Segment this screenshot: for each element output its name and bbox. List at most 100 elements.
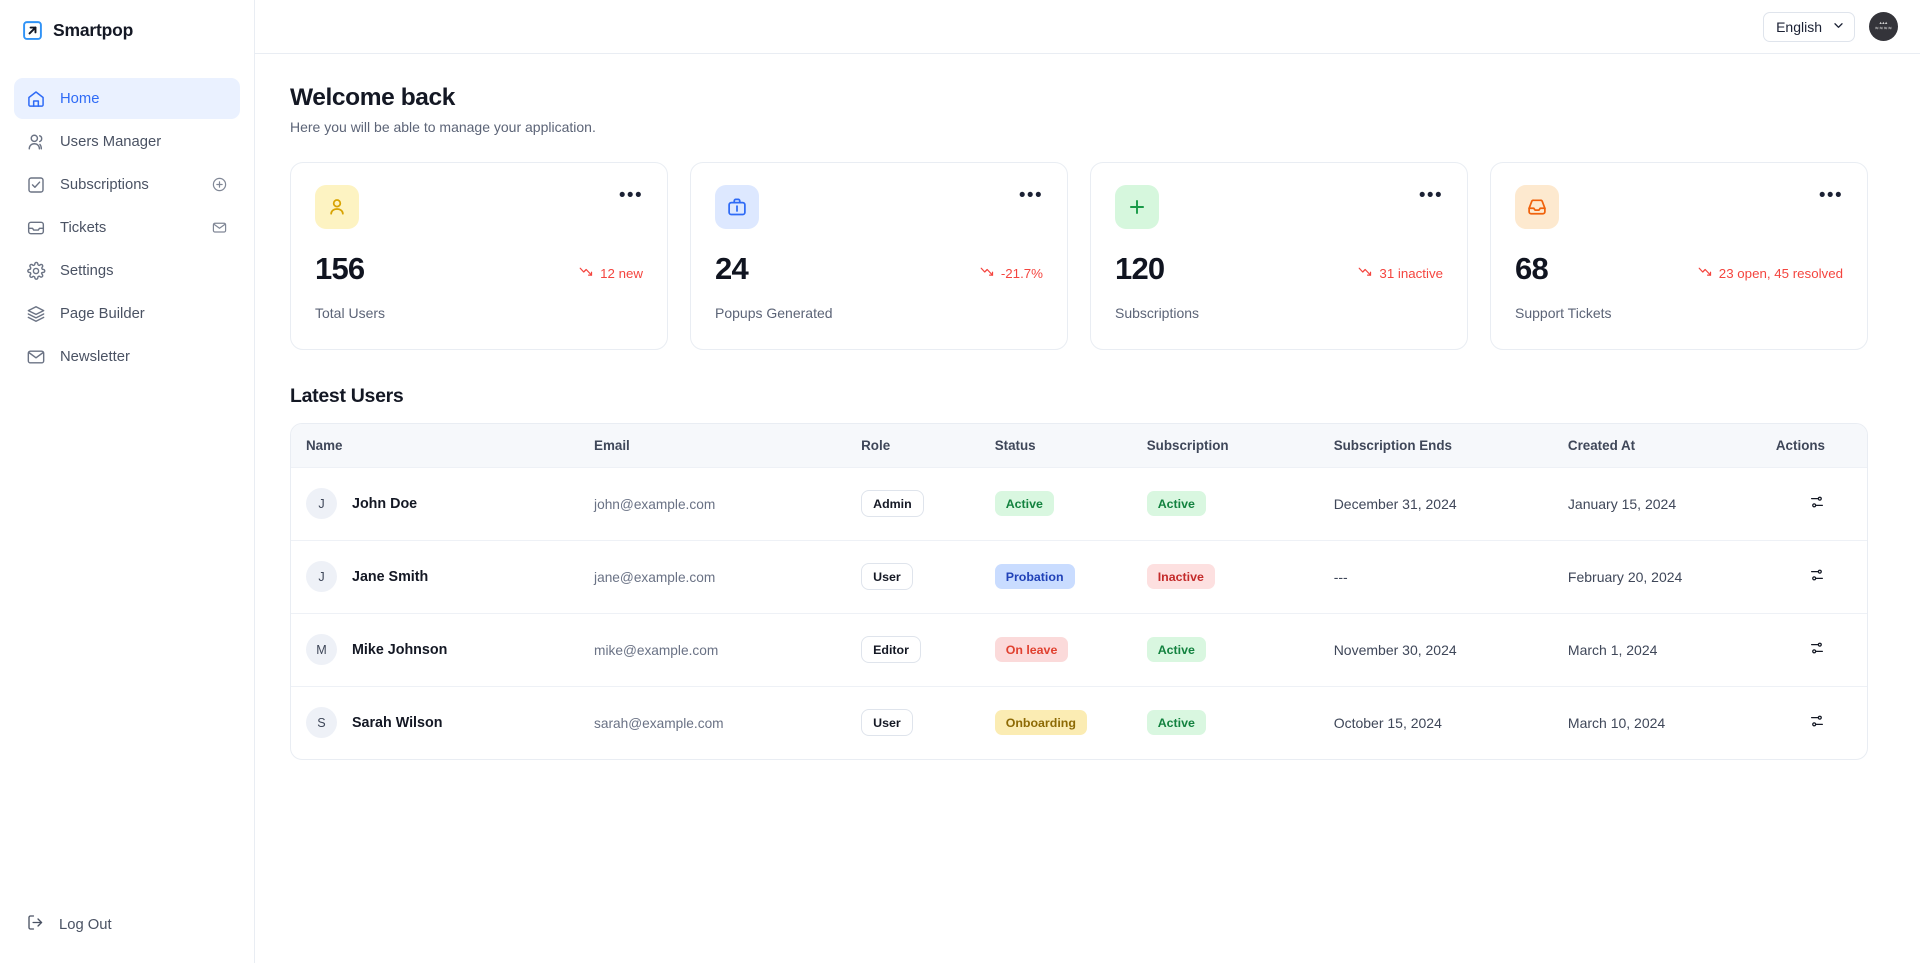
stat-card-delta-text: 23 open, 45 resolved xyxy=(1718,266,1843,281)
sidebar-item-label: Settings xyxy=(60,262,114,279)
cell-created-at: January 15, 2024 xyxy=(1568,467,1773,540)
stat-card-delta-text: -21.7% xyxy=(1000,266,1043,281)
cell-actions xyxy=(1773,613,1867,686)
sidebar-item-label: Users Manager xyxy=(60,133,162,150)
cell-name: J Jane Smith xyxy=(291,540,594,613)
sidebar-item-users-manager[interactable]: Users Manager xyxy=(14,121,240,162)
role-badge: User xyxy=(861,563,913,590)
cell-subscription-ends: October 15, 2024 xyxy=(1334,686,1568,759)
cell-email: jane@example.com xyxy=(594,540,861,613)
user-name: Jane Smith xyxy=(352,568,429,585)
cell-created-at: February 20, 2024 xyxy=(1568,540,1773,613)
brand[interactable]: Smartpop xyxy=(0,0,254,60)
stat-card-value: 24 xyxy=(715,251,749,286)
plus-icon xyxy=(1115,185,1159,229)
column-header-subscription[interactable]: Subscription xyxy=(1147,424,1334,467)
cell-created-at: March 1, 2024 xyxy=(1568,613,1773,686)
sidebar-item-label: Page Builder xyxy=(60,305,145,322)
stat-card-label: Total Users xyxy=(315,305,386,321)
column-header-actions: Actions xyxy=(1775,437,1825,453)
subscription-badge: Inactive xyxy=(1146,564,1215,589)
page-content: Welcome back Here you will be able to ma… xyxy=(255,54,1920,963)
sidebar-item-subscriptions[interactable]: Subscriptions xyxy=(14,164,240,205)
settings-sliders-icon[interactable] xyxy=(1809,567,1825,583)
subscription-ends-value: October 15, 2024 xyxy=(1333,714,1442,731)
settings-sliders-icon[interactable] xyxy=(1809,494,1825,510)
user-email: jane@example.com xyxy=(594,569,716,585)
created-at-value: March 10, 2024 xyxy=(1567,714,1666,731)
cell-subscription: Active xyxy=(1146,686,1334,759)
stat-card-top: ••• xyxy=(1515,185,1843,229)
user-name: John Doe xyxy=(352,495,418,512)
language-select[interactable]: English xyxy=(1763,11,1855,42)
cell-subscription: Active xyxy=(1146,467,1334,540)
stat-card-menu-button[interactable]: ••• xyxy=(1819,185,1843,205)
cell-actions xyxy=(1773,540,1867,613)
cell-status: Probation xyxy=(994,540,1147,613)
stat-card-label: Popups Generated xyxy=(715,305,833,321)
stat-card-delta: 12 new xyxy=(579,266,643,284)
avatar[interactable]: ▴▴▴ ≋≋≋≋ xyxy=(1869,12,1898,41)
column-header-name[interactable]: Name xyxy=(291,424,594,467)
latest-users-table: Name Email Role Status Subscription Subs… xyxy=(290,423,1868,760)
cell-email: sarah@example.com xyxy=(594,686,861,759)
settings-sliders-icon[interactable] xyxy=(1809,640,1825,656)
stat-card-menu-button[interactable]: ••• xyxy=(1019,185,1043,205)
stat-card-top: ••• xyxy=(1115,185,1443,229)
page-title: Welcome back xyxy=(290,84,455,111)
plus-circle-icon[interactable] xyxy=(210,176,228,194)
users-table: Name Email Role Status Subscription Subs… xyxy=(291,424,1867,759)
sidebar-item-home[interactable]: Home xyxy=(14,78,240,119)
gear-icon xyxy=(26,261,46,281)
column-header-status[interactable]: Status xyxy=(995,424,1147,467)
table-head: Name Email Role Status Subscription Subs… xyxy=(291,424,1867,467)
check-square-icon xyxy=(26,175,46,195)
column-header-role[interactable]: Role xyxy=(861,424,995,467)
trend-down-icon xyxy=(1358,266,1373,281)
column-header-created-at[interactable]: Created At xyxy=(1568,424,1773,467)
sidebar-item-settings[interactable]: Settings xyxy=(14,250,240,291)
latest-users-title: Latest Users xyxy=(290,385,404,407)
envelope-icon xyxy=(26,347,46,367)
sidebar-item-tickets[interactable]: Tickets xyxy=(14,207,240,248)
subscription-ends-value: November 30, 2024 xyxy=(1333,641,1457,658)
stat-card-delta: 31 inactive xyxy=(1358,266,1443,284)
sidebar-item-label: Tickets xyxy=(60,219,107,236)
table-body: J John Doe john@example.com Admin Active… xyxy=(291,467,1867,759)
table-row[interactable]: S Sarah Wilson sarah@example.com User On… xyxy=(291,686,1867,759)
person-icon xyxy=(315,185,359,229)
cell-role: Editor xyxy=(861,613,995,686)
avatar: J xyxy=(306,561,337,592)
column-header-email[interactable]: Email xyxy=(594,424,861,467)
cell-role: User xyxy=(861,540,995,613)
status-badge: Active xyxy=(994,491,1054,516)
cell-subscription-ends: --- xyxy=(1334,540,1568,613)
stat-card-top: ••• xyxy=(315,185,643,229)
subscription-badge: Active xyxy=(1146,710,1206,736)
stat-card-label: Subscriptions xyxy=(1115,305,1200,321)
cell-created-at: March 10, 2024 xyxy=(1568,686,1773,759)
logout-label: Log Out xyxy=(59,916,112,933)
inbox-icon xyxy=(26,218,46,238)
mail-icon[interactable] xyxy=(210,219,228,237)
trend-down-icon xyxy=(579,266,594,281)
cell-subscription-ends: November 30, 2024 xyxy=(1334,613,1568,686)
table-row[interactable]: J John Doe john@example.com Admin Active… xyxy=(291,467,1867,540)
cell-actions xyxy=(1773,686,1867,759)
table-header-row: Name Email Role Status Subscription Subs… xyxy=(291,424,1867,467)
settings-sliders-icon[interactable] xyxy=(1809,713,1825,729)
stat-cards: ••• 156 12 new Total Users ••• 24 -21.7%… xyxy=(290,162,1868,350)
stat-card-menu-button[interactable]: ••• xyxy=(1419,185,1443,205)
sidebar-item-page-builder[interactable]: Page Builder xyxy=(14,293,240,334)
logout-button[interactable]: Log Out xyxy=(14,904,124,945)
column-header-subscription-ends[interactable]: Subscription Ends xyxy=(1334,424,1568,467)
home-icon xyxy=(26,89,46,109)
user-name: Mike Johnson xyxy=(352,641,448,658)
role-badge: Admin xyxy=(861,490,924,517)
inbox-icon xyxy=(1515,185,1559,229)
sidebar-item-newsletter[interactable]: Newsletter xyxy=(14,336,240,377)
table-row[interactable]: M Mike Johnson mike@example.com Editor O… xyxy=(291,613,1867,686)
stat-card-menu-button[interactable]: ••• xyxy=(619,185,643,205)
stat-card-middle: 24 -21.7% xyxy=(715,253,1043,284)
table-row[interactable]: J Jane Smith jane@example.com User Proba… xyxy=(291,540,1867,613)
